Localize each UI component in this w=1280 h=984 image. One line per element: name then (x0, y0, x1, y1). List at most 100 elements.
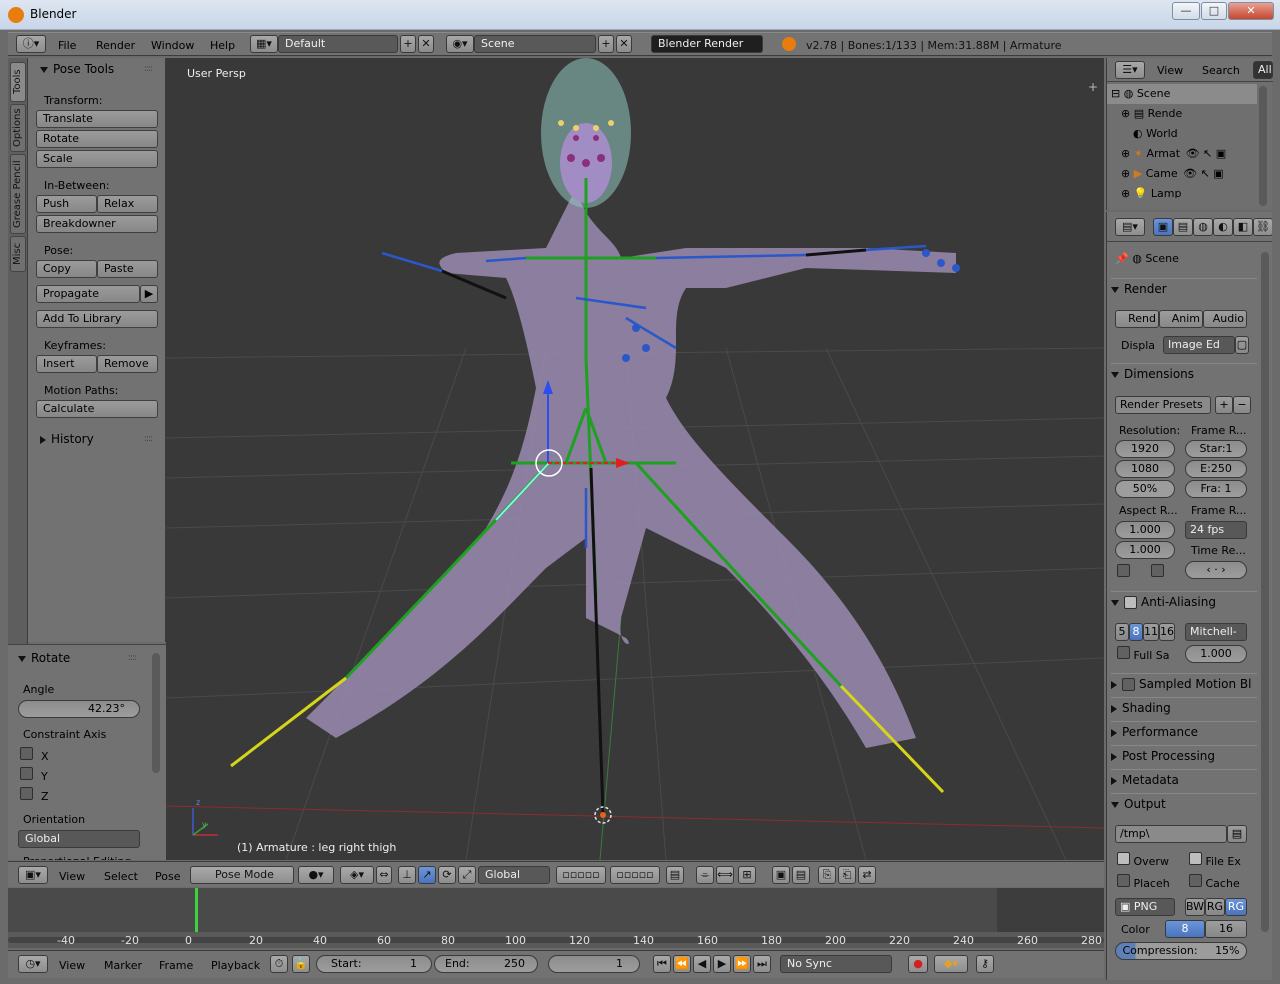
menu-select[interactable]: Select (104, 870, 138, 883)
render-button[interactable]: Rend (1115, 310, 1159, 328)
timeline-area[interactable] (8, 888, 1104, 932)
time-remap-fields[interactable]: ‹ · › (1185, 561, 1247, 579)
insert-keyframe-button[interactable]: Insert (36, 355, 97, 373)
preset-add-icon[interactable]: + (1215, 396, 1233, 414)
tab-grease-pencil[interactable]: Grease Pencil (10, 154, 26, 234)
scene-add-icon[interactable]: + (598, 35, 614, 53)
copy-pose-button[interactable]: Copy (36, 260, 97, 278)
menu-marker[interactable]: Marker (104, 959, 142, 972)
anti-aliasing-checkbox[interactable] (1124, 596, 1137, 609)
overwrite-option[interactable]: Overw (1117, 852, 1169, 868)
menu-view[interactable]: View (59, 959, 85, 972)
render-presets-select[interactable]: Render Presets (1115, 396, 1211, 414)
performance-section-header[interactable]: Performance (1111, 721, 1257, 743)
color-bw-button[interactable]: BW (1185, 898, 1205, 916)
menu-pose[interactable]: Pose (155, 870, 180, 883)
angle-field[interactable]: 42.23° (18, 700, 140, 718)
menu-playback[interactable]: Playback (211, 959, 260, 972)
shading-section-header[interactable]: Shading (1111, 697, 1257, 719)
tab-misc[interactable]: Misc (10, 236, 26, 272)
output-path-field[interactable]: /tmp\ (1115, 825, 1227, 843)
scene-tab-icon[interactable]: ◍ (1193, 218, 1213, 236)
maximize-button[interactable]: □ (1201, 2, 1227, 20)
z-checkbox[interactable] (20, 787, 33, 800)
orientation-select[interactable]: Global (18, 830, 140, 848)
full-sample-option[interactable]: Full Sa (1117, 646, 1170, 662)
auto-ik-icon[interactable]: ⊞ (738, 866, 756, 884)
x-checkbox[interactable] (20, 747, 33, 760)
color-depth-8[interactable]: 8 (1165, 920, 1205, 938)
object-tab-icon[interactable]: ◧ (1233, 218, 1253, 236)
menu-render[interactable]: Render (96, 39, 135, 52)
editor-type-info-icon[interactable]: ⓘ▾ (16, 35, 46, 53)
aa-samples-11[interactable]: 11 (1143, 623, 1159, 641)
layers-group-1-icon[interactable]: ▫▫▫▫▫ (556, 866, 606, 884)
keying-set-icon[interactable]: ◆▾ (934, 955, 968, 973)
properties-scrollbar[interactable] (1261, 252, 1269, 932)
pose-mirror-icon[interactable]: ⟺ (716, 866, 734, 884)
resolution-x-field[interactable]: 1920 (1115, 440, 1175, 458)
outliner-item-armature[interactable]: ⊕ ✶ Armat 👁 ↖ ▣ (1121, 144, 1271, 164)
tab-options[interactable]: Options (10, 104, 26, 152)
post-processing-section-header[interactable]: Post Processing (1111, 745, 1257, 767)
aa-samples-5[interactable]: 5 (1115, 623, 1129, 641)
aspect-y-field[interactable]: 1.000 (1115, 541, 1175, 559)
menu-frame[interactable]: Frame (159, 959, 193, 972)
lock-icon[interactable]: 🔒 (292, 955, 310, 973)
layers-group-2-icon[interactable]: ▫▫▫▫▫ (610, 866, 660, 884)
add-to-library-button[interactable]: Add To Library (36, 310, 158, 328)
motion-blur-section-header[interactable]: Sampled Motion Bl (1111, 673, 1257, 695)
outliner-scrollbar[interactable] (1259, 86, 1267, 206)
region-expand-icon[interactable]: + (1088, 80, 1098, 94)
minimize-button[interactable]: — (1172, 2, 1200, 20)
calculate-button[interactable]: Calculate (36, 400, 158, 418)
render-anim-opengl-icon[interactable]: ▤ (792, 866, 810, 884)
outliner-item-world[interactable]: ◐ World (1133, 124, 1280, 144)
history-header[interactable]: History (40, 432, 94, 446)
drag-grip-icon[interactable]: :::: (128, 653, 137, 663)
display-select[interactable]: Image Ed (1163, 336, 1235, 354)
resolution-y-field[interactable]: 1080 (1115, 460, 1175, 478)
placeholders-option[interactable]: Placeh (1117, 874, 1170, 890)
file-extensions-checkbox[interactable] (1189, 852, 1202, 865)
dimensions-section-header[interactable]: Dimensions (1111, 363, 1257, 385)
constraint-z[interactable]: Z (20, 787, 49, 803)
file-extensions-option[interactable]: File Ex (1189, 852, 1241, 868)
tab-tools[interactable]: Tools (10, 62, 26, 102)
editor-type-icon[interactable]: ◷▾ (18, 955, 48, 973)
translate-manipulator-icon[interactable]: ↗ (418, 866, 436, 884)
breakdowner-button[interactable]: Breakdowner (36, 215, 158, 233)
timeline-ruler[interactable] (8, 932, 1104, 948)
border-checkbox[interactable] (1117, 564, 1130, 577)
3d-viewport[interactable]: User Persp (1) Armature : leg right thig… (166, 58, 1104, 860)
scene-field[interactable]: Scene (474, 35, 596, 53)
play-icon[interactable]: ▶ (713, 955, 731, 973)
cache-option[interactable]: Cache (1189, 874, 1240, 890)
keyframe-insert-icon[interactable]: ⚷ (976, 955, 994, 973)
jump-start-icon[interactable]: ⏮ (653, 955, 671, 973)
render-opengl-icon[interactable]: ▣ (772, 866, 790, 884)
layout-browse-icon[interactable]: ▦▾ (250, 35, 278, 53)
start-frame-field[interactable]: Start: 1 (316, 955, 432, 973)
lock-layers-icon[interactable]: ▤ (666, 866, 684, 884)
pose-tools-header[interactable]: Pose Tools (40, 62, 114, 76)
menu-file[interactable]: File (58, 39, 76, 52)
motion-blur-checkbox[interactable] (1122, 678, 1135, 691)
render-section-header[interactable]: Render (1111, 278, 1257, 300)
animation-button[interactable]: Anim (1159, 310, 1203, 328)
copy-pose-icon[interactable]: ⎘ (818, 866, 836, 884)
menu-view[interactable]: View (59, 870, 85, 883)
menu-help[interactable]: Help (210, 39, 235, 52)
pivot-select-icon[interactable]: ◈▾ (340, 866, 374, 884)
y-checkbox[interactable] (20, 767, 33, 780)
cache-checkbox[interactable] (1189, 874, 1202, 887)
paste-flipped-icon[interactable]: ⇄ (858, 866, 876, 884)
overwrite-checkbox[interactable] (1117, 852, 1130, 865)
menu-view[interactable]: View (1157, 64, 1183, 77)
editor-type-icon[interactable]: ☰▾ (1115, 61, 1145, 79)
filter-select[interactable]: All (1253, 61, 1273, 79)
end-frame-field[interactable]: End: 250 (434, 955, 538, 973)
layout-add-icon[interactable]: + (400, 35, 416, 53)
aa-samples-8[interactable]: 8 (1129, 623, 1143, 641)
orientation-select[interactable]: Global (478, 866, 550, 884)
